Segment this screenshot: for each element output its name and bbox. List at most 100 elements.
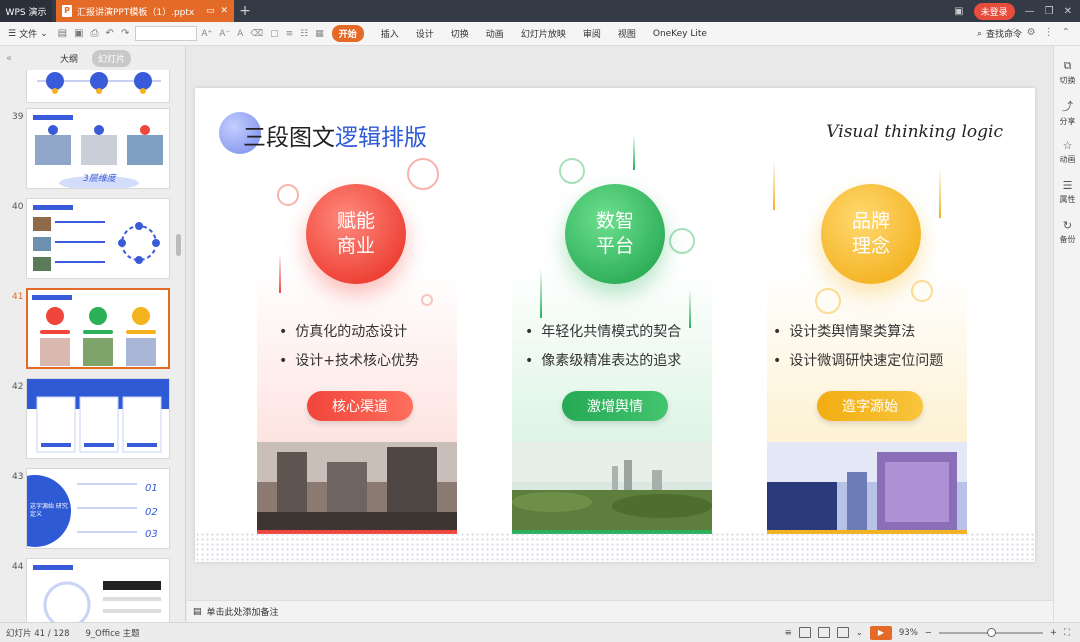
- print-icon[interactable]: ⎙: [91, 28, 99, 39]
- tab-design[interactable]: 设计: [416, 27, 434, 40]
- column-2-bullets[interactable]: 年轻化共情模式的契合 像素级精准表达的追求: [525, 318, 681, 376]
- circle-empower-business[interactable]: 赋能 商业: [306, 184, 406, 284]
- save-icon[interactable]: ▣: [74, 28, 83, 39]
- collapse-ribbon-icon[interactable]: ⌃: [1062, 27, 1070, 38]
- properties-icon: ☰: [1062, 179, 1073, 192]
- thumbnail-image[interactable]: [26, 198, 170, 279]
- font-size-box[interactable]: [135, 26, 198, 41]
- font-color-icon[interactable]: A: [237, 29, 243, 39]
- window-mode-icon[interactable]: ▭: [206, 6, 215, 16]
- close-window-icon[interactable]: ✕: [1064, 6, 1072, 17]
- thumbnail-item[interactable]: [0, 70, 186, 104]
- maximize-icon[interactable]: ❐: [1045, 6, 1054, 17]
- bullet-item: 设计+技术核心优势: [279, 347, 419, 376]
- column-3-bullets[interactable]: 设计类舆情聚类算法 设计微调研快速定位问题: [773, 318, 943, 376]
- thumbnail-item-current[interactable]: 41: [0, 288, 186, 370]
- app-logo[interactable]: WPS 演示: [0, 0, 52, 22]
- slide-title[interactable]: 三段图文逻辑排版: [243, 118, 427, 152]
- decor-line: [633, 134, 635, 170]
- clear-format-icon[interactable]: ⌫: [250, 29, 263, 39]
- zoom-slider[interactable]: [938, 627, 1043, 637]
- zoom-out-icon[interactable]: −: [925, 628, 932, 638]
- increase-font-icon[interactable]: A⁺: [201, 29, 212, 39]
- tab-review[interactable]: 审阅: [583, 27, 601, 40]
- new-tab-button[interactable]: +: [234, 0, 256, 22]
- list-icon[interactable]: ☷: [300, 29, 308, 39]
- chat-icon[interactable]: ◌: [1010, 27, 1019, 38]
- play-slideshow-button[interactable]: ▶: [869, 625, 892, 640]
- normal-view-icon[interactable]: [798, 627, 811, 638]
- more-icon[interactable]: ⋮: [1044, 27, 1054, 38]
- share-icon: ⤴: [1062, 99, 1073, 113]
- animation-panel-button[interactable]: ☆ 动画: [1054, 132, 1080, 172]
- decor-ring: [911, 280, 933, 302]
- slide-title-accent: 逻辑排版: [335, 125, 427, 151]
- thumbnail-item[interactable]: 44: [0, 558, 186, 622]
- tab-onekey-lite[interactable]: OneKey Lite: [653, 29, 707, 39]
- notes-bar[interactable]: ▤ 单击此处添加备注: [187, 600, 1053, 622]
- share-panel-button[interactable]: ⤴ 分享: [1054, 92, 1080, 132]
- thumbnail-image[interactable]: 这字源始 研究定义 01 02 03: [26, 468, 170, 549]
- circle-brand-concept[interactable]: 品牌 理念: [821, 184, 921, 284]
- zoom-in-icon[interactable]: +: [1050, 628, 1057, 638]
- outline-view-button[interactable]: 大纲: [54, 50, 84, 67]
- thumbnail-scrollbar[interactable]: [176, 234, 181, 256]
- thumbnail-item[interactable]: 40: [0, 198, 186, 280]
- circle-3-line1: 品牌: [851, 210, 890, 232]
- tab-slideshow[interactable]: 幻灯片放映: [521, 27, 566, 40]
- tab-view[interactable]: 视图: [618, 27, 636, 40]
- open-folder-icon[interactable]: ▤: [58, 28, 67, 39]
- bullet-item: 设计微调研快速定位问题: [773, 347, 943, 376]
- column-1-bullets[interactable]: 仿真化的动态设计 设计+技术核心优势: [279, 318, 419, 376]
- thumbnail-image[interactable]: [26, 378, 170, 459]
- file-menu-button[interactable]: ☰ 文件 ⌄: [8, 27, 48, 41]
- decrease-font-icon[interactable]: A⁻: [219, 29, 230, 39]
- backup-panel-button[interactable]: ↻ 备份: [1054, 212, 1080, 252]
- close-tab-icon[interactable]: ✕: [220, 6, 228, 16]
- login-button[interactable]: 未登录: [973, 2, 1015, 20]
- notes-toggle-icon[interactable]: ≡: [785, 628, 792, 638]
- undo-icon[interactable]: ↶: [106, 28, 114, 39]
- layout-icon[interactable]: ▦: [315, 29, 324, 39]
- slides-view-button[interactable]: 幻灯片: [92, 49, 132, 67]
- typeface-origin-button[interactable]: 造字源始: [817, 391, 923, 421]
- sorter-view-icon[interactable]: [817, 627, 830, 638]
- collaborate-icon[interactable]: ▣: [954, 6, 963, 17]
- reading-view-icon[interactable]: [836, 627, 849, 638]
- settings-icon[interactable]: ⚙: [1027, 27, 1036, 38]
- thumbnail-image[interactable]: 3层维度: [26, 108, 170, 189]
- zoom-slider-knob[interactable]: [986, 627, 996, 637]
- thumbnail-number-2: 02: [145, 507, 158, 518]
- tab-home[interactable]: 开始: [331, 25, 364, 42]
- transition-label: 切换: [1059, 75, 1076, 85]
- tab-transition[interactable]: 切换: [451, 27, 469, 40]
- thumbnail-item[interactable]: 42: [0, 378, 186, 460]
- minimize-icon[interactable]: —: [1025, 6, 1035, 17]
- tab-insert[interactable]: 插入: [381, 27, 399, 40]
- thumbnail-image[interactable]: [26, 288, 170, 369]
- circle-digital-platform[interactable]: 数智 平台: [565, 184, 665, 284]
- fit-window-icon[interactable]: ⛶: [1064, 628, 1070, 638]
- collapse-panel-icon[interactable]: «: [6, 53, 12, 64]
- decor-ring: [407, 158, 439, 190]
- theme-name[interactable]: 9_Office 主题: [86, 627, 140, 639]
- thumbnail-image[interactable]: [26, 70, 170, 103]
- paste-format-icon[interactable]: ▢: [270, 29, 279, 39]
- document-tab[interactable]: P 汇报讲演PPT模板（1）.pptx ▭ ✕: [56, 0, 234, 22]
- thumbnail-image[interactable]: [26, 558, 170, 622]
- transition-panel-button[interactable]: ⧉ 切换: [1054, 52, 1080, 92]
- thumbnail-item[interactable]: 43 这字源始 研究定义 01 02 03: [0, 468, 186, 550]
- slide-number: 42: [12, 382, 24, 392]
- current-slide[interactable]: 三段图文逻辑排版 Visual thinking logic 赋能 商业 • 仿…: [195, 88, 1035, 562]
- status-bar: 幻灯片 41 / 128 9_Office 主题 ≡ ⌄ ▶ 93% − + ⛶: [0, 622, 1080, 642]
- zoom-level[interactable]: 93%: [899, 628, 918, 638]
- redo-icon[interactable]: ↷: [121, 28, 129, 39]
- align-icon[interactable]: ≡: [286, 29, 294, 39]
- thumbnail-item[interactable]: 39 3层维度: [0, 108, 186, 190]
- tab-animation[interactable]: 动画: [486, 27, 504, 40]
- properties-panel-button[interactable]: ☰ 属性: [1054, 172, 1080, 212]
- surge-sentiment-button[interactable]: 激增舆情: [562, 391, 668, 421]
- slideshow-options-icon[interactable]: ⌄: [856, 628, 863, 638]
- slide-subtitle[interactable]: Visual thinking logic: [826, 122, 1003, 142]
- core-channel-button[interactable]: 核心渠道: [307, 391, 413, 421]
